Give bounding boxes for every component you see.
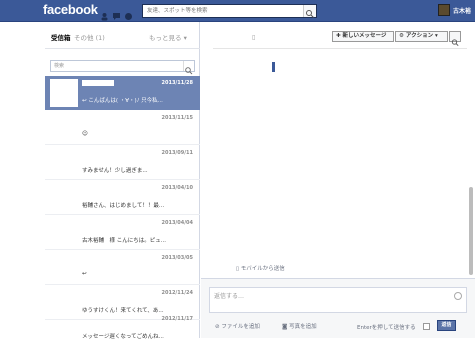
conversation-pane: ▯ ✚ 新しいメッセージ ⚙ アクション ▾ ▯ モバイルから送信 返信する… … <box>201 22 475 338</box>
enter-to-send-checkbox[interactable] <box>423 323 430 330</box>
thread-snippet: ↩ こんばんは( ・∀・)ﾉ 只今私... <box>82 98 163 104</box>
notifications-icon[interactable] <box>124 6 133 20</box>
thread-date: 2012/11/24 <box>161 290 193 296</box>
enter-to-send-label: Enterを押して送信する <box>357 325 416 331</box>
tab-more[interactable]: もっと見る ▾ <box>149 32 187 42</box>
reply-composer: 返信する… ⊘ ファイルを追加 ◙ 写真を追加 Enterを押して送信する 返信 <box>201 278 475 338</box>
message-search-placeholder: 検索 <box>54 63 65 69</box>
search-icon[interactable] <box>183 61 194 75</box>
contact-name <box>82 80 114 86</box>
reply-placeholder: 返信する… <box>214 293 245 300</box>
thread-snippet: ↩ <box>82 271 87 277</box>
thread-row[interactable]: 2013/04/10 裕輔さん、はじめまして！！最... <box>45 181 200 215</box>
thread-date: 2013/09/11 <box>161 150 193 156</box>
facebook-logo[interactable]: facebook <box>43 2 98 17</box>
thread-list-pane: 受信箱 その他 (1) もっと見る ▾ 検索 2013/11/28 ↩ こんばん… <box>45 22 200 340</box>
messages-icon[interactable] <box>112 6 121 20</box>
thread-row-selected[interactable]: 2013/11/28 ↩ こんばんは( ・∀・)ﾉ 只今私... <box>45 76 200 110</box>
reply-textarea[interactable]: 返信する… <box>209 287 467 313</box>
thread-snippet: 古木裕輔 様 こんにちは。ピュ... <box>82 238 166 244</box>
thread-date: 2012/11/17 <box>161 316 193 322</box>
message-search-input[interactable]: 検索 <box>50 60 195 75</box>
thread-snippet: ☺ <box>82 131 88 137</box>
thread-snippet: 裕輔さん、はじめまして！！最... <box>82 203 165 209</box>
search-placeholder: 友達、スポット等を検索 <box>147 8 208 14</box>
friend-requests-icon[interactable] <box>100 6 109 21</box>
tab-inbox[interactable]: 受信箱 <box>51 32 71 42</box>
global-search-input[interactable]: 友達、スポット等を検索 <box>142 4 317 18</box>
scrollbar-thumb[interactable] <box>469 187 473 275</box>
thread-date: 2013/11/28 <box>161 80 193 86</box>
divider <box>213 48 467 49</box>
emoticon-icon[interactable] <box>454 292 462 300</box>
thread-snippet: メッセージ遅くなってごめんね... <box>82 334 164 340</box>
reply-button[interactable]: 返信 <box>437 320 456 331</box>
sent-from-mobile: ▯ モバイルから送信 <box>236 266 285 272</box>
page-scrollbar-indicator <box>272 62 275 72</box>
thread-snippet: すみません！少し過ぎま... <box>82 168 148 174</box>
search-icon[interactable] <box>449 31 461 47</box>
thread-date: 2013/03/05 <box>161 255 193 261</box>
top-navigation-bar: facebook 友達、スポット等を検索 古木裕 <box>0 0 475 22</box>
thread-row[interactable]: 2013/11/15 ☺ <box>45 111 200 145</box>
mobile-icon: ▯ <box>252 34 256 41</box>
search-icon[interactable] <box>303 5 316 18</box>
divider <box>45 48 200 49</box>
tab-other[interactable]: その他 (1) <box>74 32 105 42</box>
actions-button[interactable]: ⚙ アクション ▾ <box>395 31 448 42</box>
thread-row[interactable]: 2013/04/04 古木裕輔 様 こんにちは。ピュ... <box>45 216 200 250</box>
add-file-button[interactable]: ⊘ ファイルを追加 <box>215 322 260 330</box>
user-name[interactable]: 古木裕 <box>453 6 471 15</box>
thread-date: 2013/04/04 <box>161 220 193 226</box>
user-avatar[interactable] <box>438 4 450 16</box>
thread-row[interactable]: 2013/09/11 すみません！少し過ぎま... <box>45 146 200 180</box>
add-photo-button[interactable]: ◙ 写真を追加 <box>282 322 317 330</box>
new-message-button[interactable]: ✚ 新しいメッセージ <box>332 31 394 42</box>
avatar <box>50 79 78 107</box>
thread-row[interactable]: 2013/03/05 ↩ <box>45 251 200 285</box>
thread-date: 2013/04/10 <box>161 185 193 191</box>
thread-date: 2013/11/15 <box>161 115 193 121</box>
thread-row[interactable]: 2012/11/17 メッセージ遅くなってごめんね... <box>45 312 200 346</box>
